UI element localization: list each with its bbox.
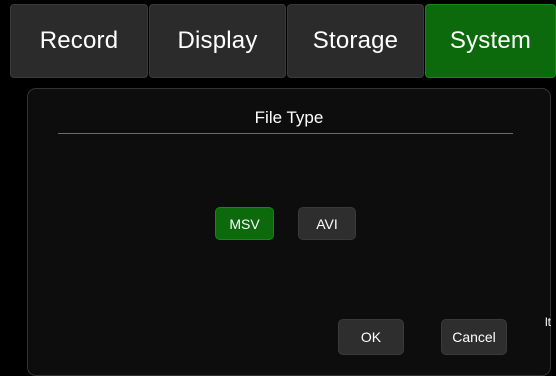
tab-storage-label: Storage	[312, 27, 399, 54]
dialog-divider	[58, 133, 513, 134]
cancel-button[interactable]: Cancel	[441, 319, 507, 355]
ok-button[interactable]: OK	[338, 319, 404, 355]
msv-option-button[interactable]: MSV	[215, 207, 274, 240]
dialog-title: File Type	[254, 108, 324, 127]
tab-display[interactable]: Display	[149, 4, 286, 78]
file-type-dialog: File Type MSV AVI OK Cancel	[27, 88, 551, 376]
tab-record[interactable]: Record	[10, 4, 148, 78]
ok-button-label: OK	[360, 329, 382, 345]
avi-option-button[interactable]: AVI	[298, 207, 356, 240]
msv-option-label: MSV	[229, 215, 260, 232]
tab-storage[interactable]: Storage	[287, 4, 424, 78]
edge-text-fragment: lt	[545, 315, 551, 329]
tab-system[interactable]: System	[425, 4, 556, 78]
avi-option-label: AVI	[316, 215, 338, 232]
screen: Record Display Storage System File Type …	[0, 0, 556, 376]
tab-bar: Record Display Storage System	[10, 4, 556, 78]
tab-system-label: System	[449, 27, 532, 54]
cancel-button-label: Cancel	[452, 329, 496, 345]
tab-record-label: Record	[39, 27, 119, 54]
tab-display-label: Display	[177, 27, 258, 54]
